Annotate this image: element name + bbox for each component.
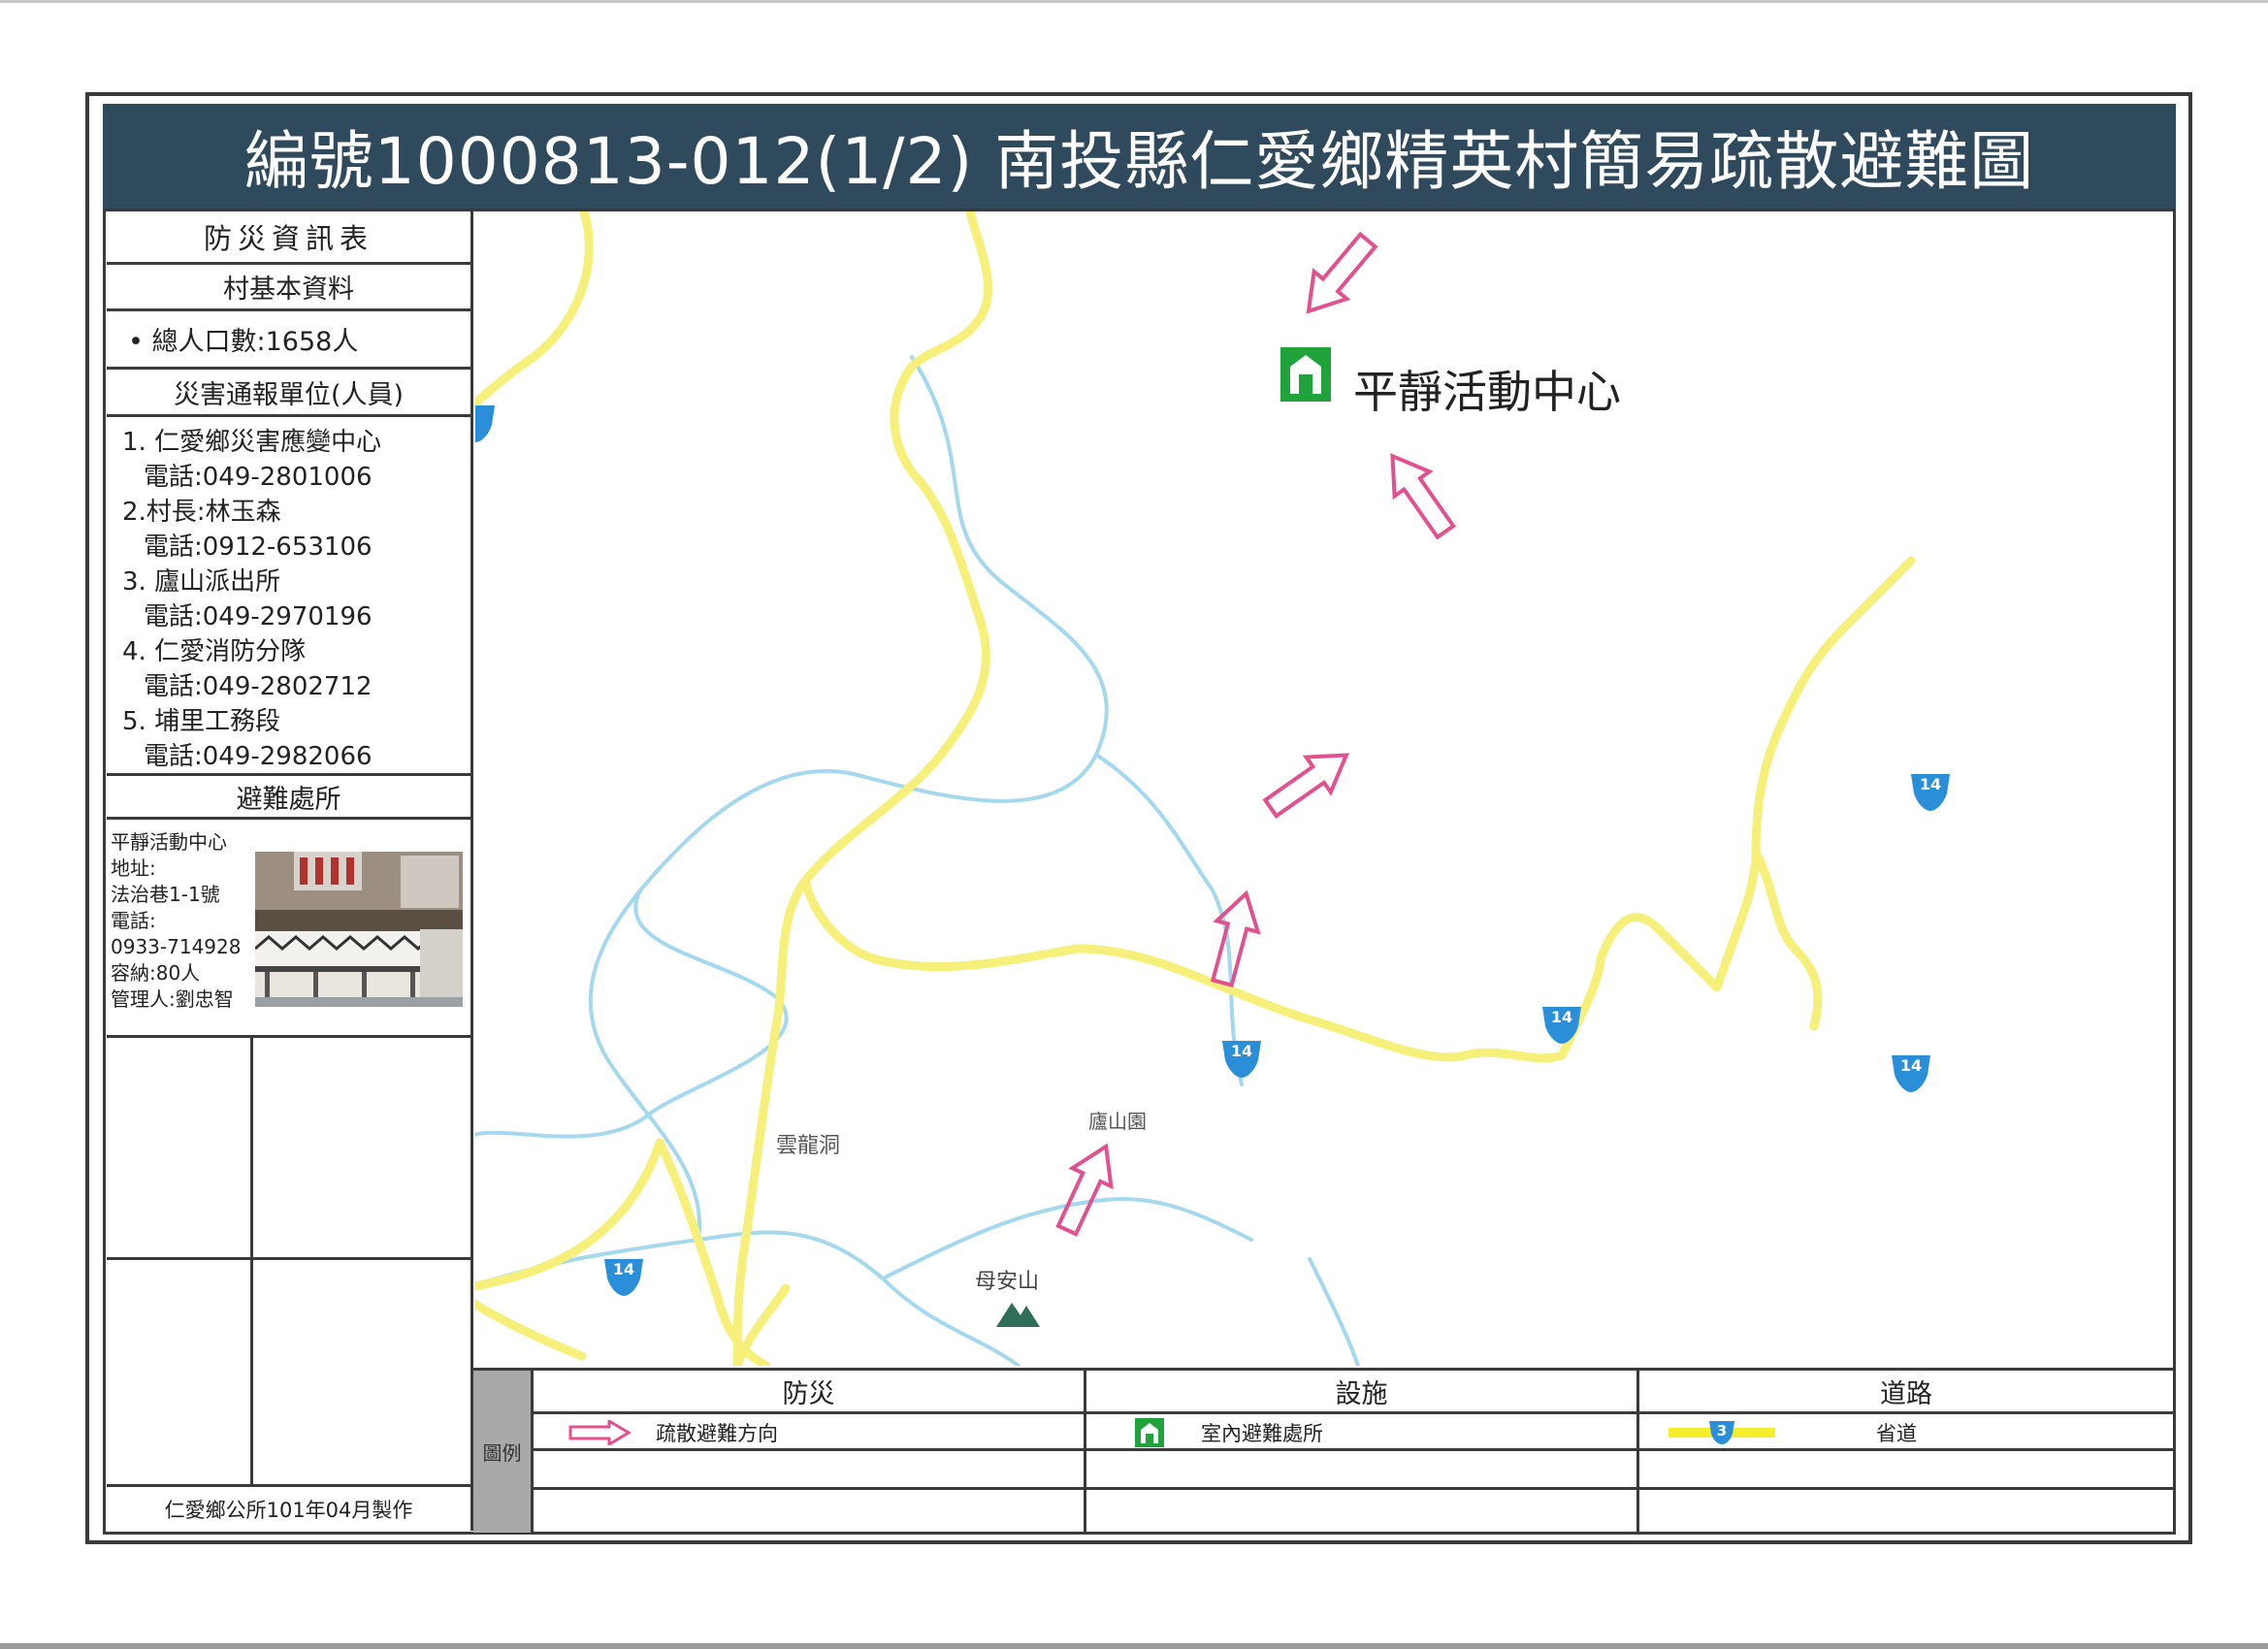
route-badge-label: 14 (1919, 775, 1942, 793)
sidebar-divider-h (107, 1257, 470, 1260)
info-sidebar: 防災資訊表 村基本資料 • 總人口數:1658人 災害通報單位(人員) 1. 仁… (107, 211, 473, 1531)
shelter-header: 避難處所 (107, 776, 470, 820)
legend-col-disaster: 防災 疏散避難方向 (534, 1371, 1086, 1533)
shelter-info: 平靜活動中心 地址: 法治巷1-1號 電話: 0933-714928 容納:80… (107, 820, 470, 1038)
shelter-text: 平靜活動中心 地址: 法治巷1-1號 電話: 0933-714928 容納:80… (111, 829, 254, 1013)
place-label: 廬山園 (1088, 1110, 1147, 1133)
contact-phone: 電話:049-2970196 (144, 602, 373, 631)
route-badge-label: 14 (1230, 1042, 1253, 1060)
population: • 總人口數:1658人 (107, 311, 470, 370)
evac-arrow-icon (568, 1420, 632, 1445)
legend-row: 3 省道 (1639, 1414, 2173, 1451)
contact-phone: 電話:049-2982066 (144, 742, 373, 771)
provincial-road-label: 省道 (1876, 1422, 1917, 1445)
scan-edge-bottom (0, 1643, 2268, 1649)
shelter-phone-label: 電話: (111, 909, 156, 932)
contact-name: 4. 仁愛消防分隊 (122, 637, 307, 666)
shelter-phone: 0933-714928 (111, 935, 242, 958)
river-lines (475, 355, 1360, 1366)
contact-name: 1. 仁愛鄉災害應變中心 (122, 428, 382, 457)
legend-row-empty (1639, 1451, 2173, 1490)
legend-row: 疏散避難方向 (534, 1414, 1084, 1451)
route-badge-label: 14 (1899, 1056, 1923, 1075)
contact-phone: 電話:0912-653106 (144, 533, 373, 562)
contact-name: 3. 廬山派出所 (122, 567, 281, 597)
made-by-footer: 仁愛鄉公所101年04月製作 (107, 1484, 470, 1531)
legend-row-empty (534, 1451, 1084, 1490)
place-label: 雲龍洞 (776, 1134, 841, 1158)
place-label: 母安山 (975, 1270, 1040, 1294)
indoor-shelter-label: 室內避難處所 (1201, 1422, 1323, 1445)
shelter-photo (255, 852, 463, 1007)
shelter-manager: 管理人:劉忠智 (111, 987, 234, 1011)
route-badge-label: 14 (612, 1260, 635, 1278)
legend-row-empty (1086, 1451, 1636, 1490)
shelter-address: 法治巷1-1號 (111, 883, 220, 906)
evac-direction-label: 疏散避難方向 (656, 1422, 778, 1445)
scan-edge-top (0, 0, 2268, 3)
evacuation-map: 平靜活動中心 雲龍洞 廬山園 母安山 14 14 14 14 14 (475, 211, 2173, 1366)
contact-phone: 電話:049-2802712 (144, 672, 373, 701)
title-bar: 編號1000813-012(1/2) 南投縣仁愛鄉精英村簡易疏散避難圖 (103, 104, 2176, 209)
info-table-header: 防災資訊表 (107, 211, 470, 265)
contact-name: 2.村長:林玉森 (122, 498, 281, 527)
provincial-road-marker: 3 (1716, 1422, 1728, 1439)
contact-name: 5. 埔里工務段 (122, 707, 281, 736)
route-badge-label: 14 (1550, 1008, 1573, 1026)
legend-col-facility: 設施 室內避難處所 (1086, 1371, 1639, 1533)
sidebar-divider-v (250, 1038, 253, 1484)
legend-row: 室內避難處所 (1086, 1414, 1636, 1451)
shelter-capacity: 容納:80人 (111, 961, 201, 985)
legend-label: 圖例 (473, 1371, 534, 1533)
legend-col2-header: 設施 (1086, 1371, 1636, 1414)
legend-col3-header: 道路 (1639, 1371, 2173, 1414)
page-title: 編號1000813-012(1/2) 南投縣仁愛鄉精英村簡易疏散避難圖 (243, 124, 2035, 199)
mountain-icon (996, 1303, 1040, 1327)
map-legend: 圖例 防災 疏散避難方向 設施 室內避難處所 道路 3 省道 (473, 1368, 2173, 1533)
shelter-icon (1280, 347, 1331, 402)
road-lines (475, 211, 1916, 1366)
legend-col1-header: 防災 (534, 1371, 1084, 1414)
shelter-map-label: 平靜活動中心 (1353, 366, 1621, 418)
village-basic-header: 村基本資料 (107, 265, 470, 311)
shelter-address-label: 地址: (111, 857, 156, 880)
contact-phone: 電話:049-2801006 (144, 463, 373, 492)
report-units-header: 災害通報單位(人員) (107, 370, 470, 417)
route-badge-group (475, 405, 1950, 1296)
legend-col-road: 道路 3 省道 (1639, 1371, 2173, 1533)
contact-list: 1. 仁愛鄉災害應變中心 電話:049-2801006 2.村長:林玉森 電話:… (107, 417, 470, 776)
shelter-name: 平靜活動中心 (111, 830, 227, 854)
indoor-shelter-icon (1135, 1418, 1164, 1447)
